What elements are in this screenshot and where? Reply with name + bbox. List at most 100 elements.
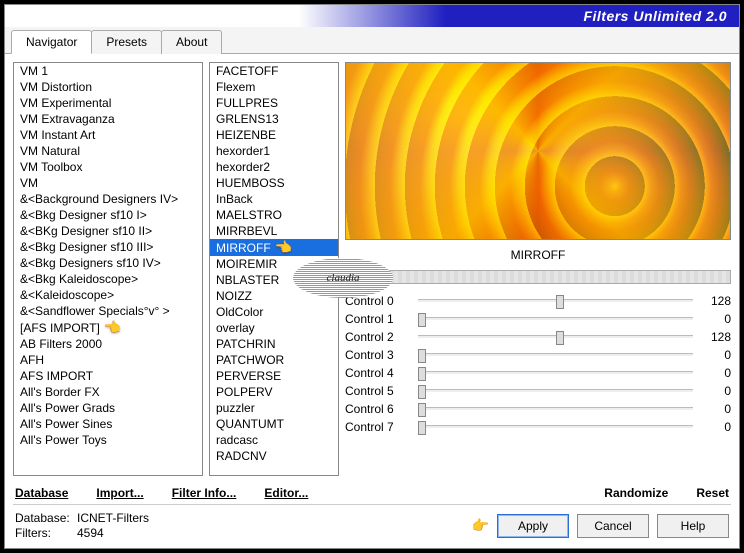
tab-presets[interactable]: Presets — [91, 30, 162, 54]
category-item[interactable]: &<Kaleidoscope> — [14, 287, 202, 303]
reset-link[interactable]: Reset — [696, 486, 729, 500]
filter-item[interactable]: PERVERSE — [210, 368, 338, 384]
filter-item[interactable]: GRLENS13 — [210, 111, 338, 127]
control-row: Control 2128 — [345, 328, 731, 346]
category-item[interactable]: VM Toolbox — [14, 159, 202, 175]
category-item[interactable]: [AFS IMPORT]👈 — [14, 319, 202, 336]
category-item[interactable]: All's Power Sines — [14, 416, 202, 432]
category-item[interactable]: &<Sandflower Specials°v° > — [14, 303, 202, 319]
category-item[interactable]: &<Bkg Kaleidoscope> — [14, 271, 202, 287]
category-item[interactable]: VM — [14, 175, 202, 191]
control-slider[interactable] — [418, 389, 693, 393]
help-button[interactable]: Help — [657, 514, 729, 538]
control-row: Control 70 — [345, 418, 731, 436]
filter-item[interactable]: NBLASTER — [210, 272, 338, 288]
tab-navigator[interactable]: Navigator — [11, 30, 92, 54]
randomize-link[interactable]: Randomize — [604, 486, 668, 500]
filter-item[interactable]: FULLPRES — [210, 95, 338, 111]
slider-thumb[interactable] — [418, 403, 426, 417]
import-link[interactable]: Import... — [96, 486, 143, 500]
filter-item[interactable]: hexorder1 — [210, 143, 338, 159]
filter-item[interactable]: MIRROFF👈 — [210, 239, 338, 256]
category-item[interactable]: AFS IMPORT — [14, 368, 202, 384]
filter-item[interactable]: hexorder2 — [210, 159, 338, 175]
cancel-button[interactable]: Cancel — [577, 514, 649, 538]
slider-thumb[interactable] — [418, 313, 426, 327]
category-item[interactable]: &<Bkg Designer sf10 I> — [14, 207, 202, 223]
control-label: Control 0 — [345, 294, 410, 308]
footer: Database:ICNET-Filters Filters:4594 👉 Ap… — [5, 505, 739, 548]
filters-key: Filters: — [15, 526, 71, 540]
category-item[interactable]: &<Background Designers IV> — [14, 191, 202, 207]
control-slider[interactable] — [418, 371, 693, 375]
category-item[interactable]: All's Border FX — [14, 384, 202, 400]
category-item[interactable]: &<Bkg Designers sf10 IV> — [14, 255, 202, 271]
slider-thumb[interactable] — [556, 295, 564, 309]
database-link[interactable]: Database — [15, 486, 68, 500]
control-value: 0 — [701, 366, 731, 380]
control-value: 128 — [701, 294, 731, 308]
filter-item[interactable]: HUEMBOSS — [210, 175, 338, 191]
tab-about[interactable]: About — [161, 30, 222, 54]
control-value: 0 — [701, 384, 731, 398]
slider-thumb[interactable] — [556, 331, 564, 345]
database-value: ICNET-Filters — [77, 511, 149, 525]
window: Filters Unlimited 2.0 Navigator Presets … — [4, 4, 740, 549]
filter-item[interactable]: overlay — [210, 320, 338, 336]
control-slider[interactable] — [418, 335, 693, 339]
control-slider[interactable] — [418, 407, 693, 411]
slider-thumb[interactable] — [418, 367, 426, 381]
slider-thumb[interactable] — [418, 385, 426, 399]
filter-info-link[interactable]: Filter Info... — [172, 486, 237, 500]
control-slider[interactable] — [418, 425, 693, 429]
filter-item[interactable]: InBack — [210, 191, 338, 207]
filter-item[interactable]: NOIZZ — [210, 288, 338, 304]
control-label: Control 4 — [345, 366, 410, 380]
category-item[interactable]: VM Extravaganza — [14, 111, 202, 127]
controls-panel: Control 0 128 Control 10Control 2128 Contro… — [345, 290, 731, 476]
control-label: Control 7 — [345, 420, 410, 434]
filter-item[interactable]: MOIREMIR — [210, 256, 338, 272]
category-item[interactable]: All's Power Toys — [14, 432, 202, 448]
filter-item[interactable]: QUANTUMT — [210, 416, 338, 432]
filter-item[interactable]: PATCHWOR — [210, 352, 338, 368]
control-slider[interactable] — [418, 353, 693, 357]
control-slider[interactable] — [418, 317, 693, 321]
category-item[interactable]: AFH — [14, 352, 202, 368]
filter-item[interactable]: RADCNV — [210, 448, 338, 464]
control-value: 128 — [701, 330, 731, 344]
category-item[interactable]: All's Power Grads — [14, 400, 202, 416]
filter-list[interactable]: FACETOFFFlexemFULLPRESGRLENS13HEIZENBEhe… — [209, 62, 339, 476]
body: VM 1VM DistortionVM ExperimentalVM Extra… — [5, 54, 739, 480]
category-item[interactable]: VM 1 — [14, 63, 202, 79]
control-row: Control 10 — [345, 310, 731, 328]
filter-item[interactable]: Flexem — [210, 79, 338, 95]
filter-item[interactable]: puzzler — [210, 400, 338, 416]
slider-thumb[interactable] — [418, 421, 426, 435]
filter-column: FACETOFFFlexemFULLPRESGRLENS13HEIZENBEhe… — [209, 62, 339, 476]
category-list[interactable]: VM 1VM DistortionVM ExperimentalVM Extra… — [13, 62, 203, 476]
category-item[interactable]: VM Natural — [14, 143, 202, 159]
control-row: Control 0 128 — [345, 292, 731, 310]
filters-value: 4594 — [77, 526, 104, 540]
filter-item[interactable]: POLPERV — [210, 384, 338, 400]
filter-item[interactable]: HEIZENBE — [210, 127, 338, 143]
filter-item[interactable]: radcasc — [210, 432, 338, 448]
category-item[interactable]: &<BKg Designer sf10 II> — [14, 223, 202, 239]
category-item[interactable]: VM Instant Art — [14, 127, 202, 143]
slider-thumb[interactable] — [418, 349, 426, 363]
editor-link[interactable]: Editor... — [264, 486, 308, 500]
category-item[interactable]: &<Bkg Designer sf10 III> — [14, 239, 202, 255]
filter-item[interactable]: MAELSTRO — [210, 207, 338, 223]
hand-pointer-icon: 👈 — [104, 319, 121, 335]
control-label: Control 3 — [345, 348, 410, 362]
control-slider[interactable] — [418, 299, 693, 303]
filter-item[interactable]: MIRRBEVL — [210, 223, 338, 239]
filter-item[interactable]: OldColor — [210, 304, 338, 320]
category-item[interactable]: VM Distortion — [14, 79, 202, 95]
category-item[interactable]: VM Experimental — [14, 95, 202, 111]
filter-item[interactable]: FACETOFF — [210, 63, 338, 79]
filter-item[interactable]: PATCHRIN — [210, 336, 338, 352]
category-item[interactable]: AB Filters 2000 — [14, 336, 202, 352]
apply-button[interactable]: Apply — [497, 514, 569, 538]
